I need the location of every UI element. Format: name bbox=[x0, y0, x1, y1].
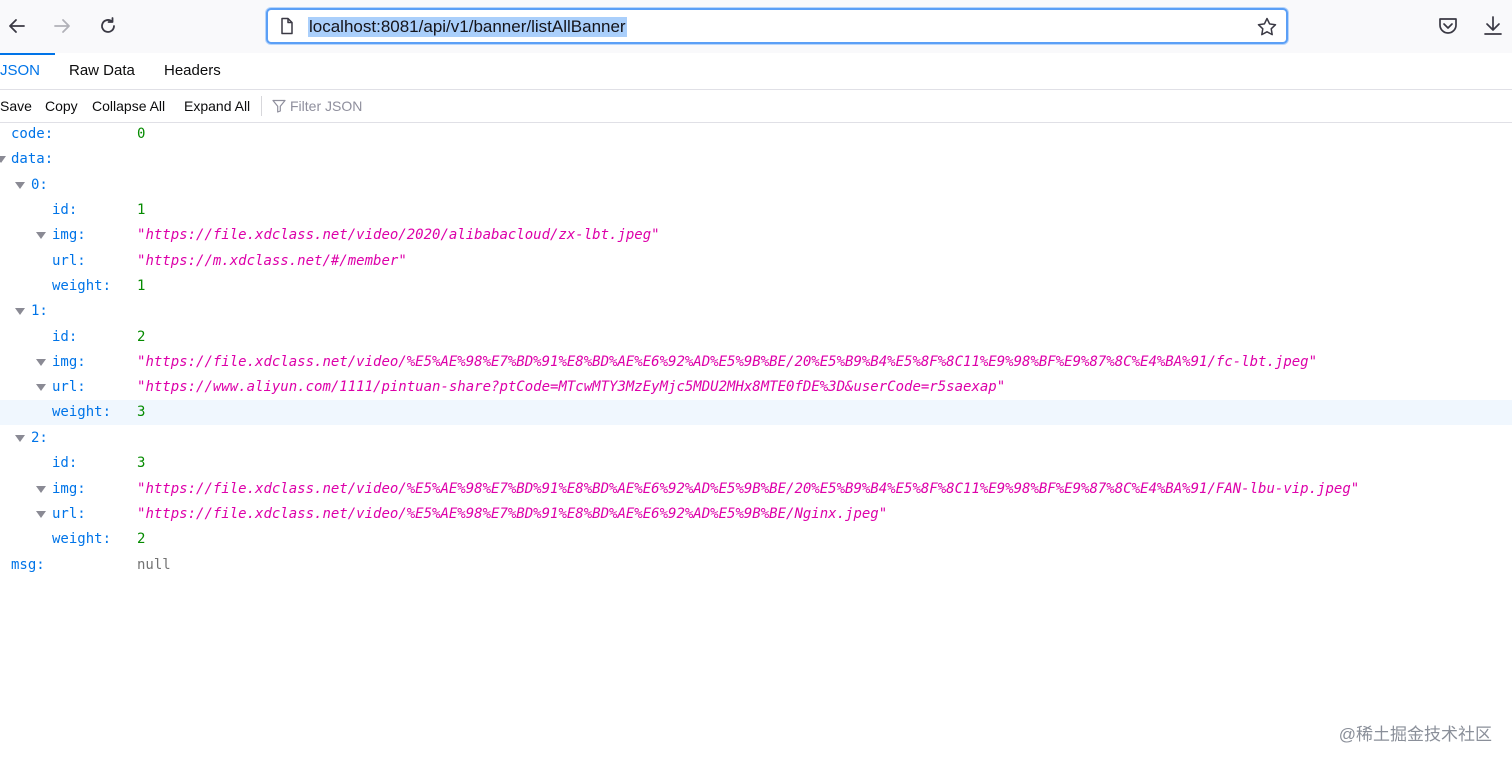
json-row-weight[interactable]: weight: 2 bbox=[0, 527, 1512, 552]
json-row-item-2[interactable]: 2: bbox=[0, 426, 1512, 451]
json-value: "https://file.xdclass.net/video/%E5%AE%9… bbox=[137, 506, 888, 522]
json-value: "https://file.xdclass.net/video/2020/ali… bbox=[137, 227, 660, 243]
tab-raw-data[interactable]: Raw Data bbox=[69, 53, 135, 89]
json-viewer-tabs: JSON Raw Data Headers bbox=[0, 53, 1512, 90]
url-bar[interactable]: localhost:8081/api/v1/banner/listAllBann… bbox=[266, 8, 1288, 44]
json-row-url[interactable]: url: "https://m.xdclass.net/#/member" bbox=[0, 249, 1512, 274]
json-action-bar: Save Copy Collapse All Expand All Filter… bbox=[0, 90, 1512, 123]
json-value: "https://file.xdclass.net/video/%E5%AE%9… bbox=[137, 354, 1318, 370]
json-key: weight: bbox=[52, 531, 112, 547]
json-row-url[interactable]: url: "https://www.aliyun.com/1111/pintua… bbox=[0, 375, 1512, 400]
json-value: 0 bbox=[137, 126, 146, 142]
expand-toggle-icon[interactable] bbox=[36, 511, 46, 518]
json-row-weight-hovered[interactable]: weight: 3 bbox=[0, 400, 1512, 425]
back-arrow-icon bbox=[9, 19, 25, 33]
json-row-code[interactable]: code: 0 bbox=[0, 122, 1512, 147]
toolbar-divider bbox=[261, 96, 262, 116]
watermark: @稀土掘金技术社区 bbox=[1338, 725, 1492, 744]
json-value: "https://www.aliyun.com/1111/pintuan-sha… bbox=[137, 379, 1006, 395]
forward-arrow-icon bbox=[54, 19, 70, 33]
browser-toolbar: localhost:8081/api/v1/banner/listAllBann… bbox=[0, 0, 1512, 54]
copy-button[interactable]: Copy bbox=[45, 90, 78, 122]
collapse-all-button[interactable]: Collapse All bbox=[92, 90, 165, 122]
json-value: "https://m.xdclass.net/#/member" bbox=[137, 253, 407, 269]
json-key: 1: bbox=[31, 303, 48, 319]
json-row-item-0[interactable]: 0: bbox=[0, 173, 1512, 198]
json-key: 2: bbox=[31, 430, 48, 446]
json-key: weight: bbox=[52, 278, 112, 294]
expand-toggle-icon[interactable] bbox=[36, 232, 46, 239]
download-icon[interactable] bbox=[1481, 14, 1505, 38]
tab-json[interactable]: JSON bbox=[0, 53, 40, 89]
json-row-img[interactable]: img: "https://file.xdclass.net/video/202… bbox=[0, 223, 1512, 248]
json-value: "https://file.xdclass.net/video/%E5%AE%9… bbox=[137, 481, 1360, 497]
json-value: 2 bbox=[137, 531, 146, 547]
json-row-msg[interactable]: msg: null bbox=[0, 553, 1512, 578]
json-value: 1 bbox=[137, 202, 146, 218]
json-row-id[interactable]: id: 3 bbox=[0, 451, 1512, 476]
expand-toggle-icon[interactable] bbox=[15, 182, 25, 189]
json-row-id[interactable]: id: 2 bbox=[0, 325, 1512, 350]
reload-button[interactable] bbox=[92, 10, 124, 42]
filter-funnel-icon bbox=[272, 99, 286, 113]
expand-toggle-icon[interactable] bbox=[36, 359, 46, 366]
expand-toggle-icon[interactable] bbox=[15, 308, 25, 315]
expand-toggle-icon[interactable] bbox=[36, 486, 46, 493]
json-key: url: bbox=[52, 253, 86, 269]
json-key: url: bbox=[52, 379, 86, 395]
json-key: url: bbox=[52, 506, 86, 522]
reload-icon bbox=[101, 17, 115, 33]
json-key: msg: bbox=[11, 557, 45, 573]
json-row-url[interactable]: url: "https://file.xdclass.net/video/%E5… bbox=[0, 502, 1512, 527]
expand-toggle-icon[interactable] bbox=[0, 156, 6, 163]
json-key: 0: bbox=[31, 177, 48, 193]
json-key: img: bbox=[52, 481, 86, 497]
back-button[interactable] bbox=[1, 10, 33, 42]
json-key: code: bbox=[11, 126, 54, 142]
tab-headers[interactable]: Headers bbox=[164, 53, 221, 89]
json-row-data[interactable]: data: bbox=[0, 147, 1512, 172]
json-value: 2 bbox=[137, 329, 146, 345]
filter-placeholder: Filter JSON bbox=[290, 98, 363, 114]
json-key: img: bbox=[52, 354, 86, 370]
json-key: id: bbox=[52, 455, 78, 471]
bookmark-star-icon[interactable] bbox=[1256, 16, 1278, 38]
json-row-id[interactable]: id: 1 bbox=[0, 198, 1512, 223]
json-value: 1 bbox=[137, 278, 146, 294]
json-value: 3 bbox=[137, 455, 146, 471]
json-key: weight: bbox=[52, 404, 112, 420]
json-key: id: bbox=[52, 202, 78, 218]
json-row-weight[interactable]: weight: 1 bbox=[0, 274, 1512, 299]
json-key: data: bbox=[11, 151, 54, 167]
url-text[interactable]: localhost:8081/api/v1/banner/listAllBann… bbox=[308, 17, 627, 37]
json-value: 3 bbox=[137, 404, 146, 420]
forward-button[interactable] bbox=[46, 10, 78, 42]
page-icon bbox=[281, 17, 293, 35]
json-key: img: bbox=[52, 227, 86, 243]
json-row-item-1[interactable]: 1: bbox=[0, 299, 1512, 324]
save-button[interactable]: Save bbox=[0, 90, 32, 122]
expand-all-button[interactable]: Expand All bbox=[184, 90, 250, 122]
json-row-img[interactable]: img: "https://file.xdclass.net/video/%E5… bbox=[0, 350, 1512, 375]
json-key: id: bbox=[52, 329, 78, 345]
json-row-img[interactable]: img: "https://file.xdclass.net/video/%E5… bbox=[0, 477, 1512, 502]
expand-toggle-icon[interactable] bbox=[36, 384, 46, 391]
pocket-icon[interactable] bbox=[1436, 14, 1460, 38]
json-value: null bbox=[137, 557, 171, 573]
expand-toggle-icon[interactable] bbox=[15, 435, 25, 442]
